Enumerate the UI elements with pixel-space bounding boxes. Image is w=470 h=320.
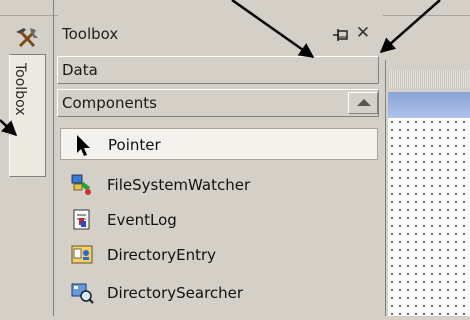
pin-icon[interactable] xyxy=(332,28,350,42)
pointer-arrow-icon xyxy=(77,135,90,156)
toolbox-item-eventlog[interactable]: EventLog xyxy=(60,204,378,236)
designer-top-line xyxy=(383,15,470,16)
toolbox-item-label: EventLog xyxy=(107,211,177,229)
toolbox-item-label: DirectoryEntry xyxy=(107,246,217,264)
designer-ruler xyxy=(388,70,470,88)
collapse-button[interactable] xyxy=(348,92,378,114)
directory-searcher-icon xyxy=(71,283,94,304)
toolbox-item-filesystemwatcher[interactable]: FileSystemWatcher xyxy=(60,169,378,201)
category-components-label: Components xyxy=(62,94,157,112)
category-data-label: Data xyxy=(62,61,98,79)
toolbox-item-pointer[interactable]: Pointer xyxy=(60,128,378,160)
designer-border xyxy=(385,60,386,316)
designer-grid[interactable] xyxy=(388,118,470,316)
left-strip-top xyxy=(0,0,58,16)
toolbox-item-directorysearcher[interactable]: DirectorySearcher xyxy=(60,277,378,309)
toolbox-item-label: FileSystemWatcher xyxy=(107,176,251,194)
toolbox-item-directoryentry[interactable]: DirectoryEntry xyxy=(60,239,378,271)
event-log-icon xyxy=(73,209,90,230)
category-data[interactable]: Data xyxy=(57,56,379,84)
directory-entry-icon xyxy=(71,245,93,264)
toolbox-hammer-icon[interactable] xyxy=(12,24,42,54)
chevron-up-icon xyxy=(357,99,371,106)
file-system-watcher-icon xyxy=(71,174,91,195)
toolbox-title: Toolbox xyxy=(62,25,119,43)
category-components[interactable]: Components xyxy=(57,89,379,117)
toolbox-panel: Toolbox ✕ Data Components Pointer FileSy… xyxy=(55,20,383,320)
toolbox-item-label: DirectorySearcher xyxy=(107,284,244,302)
strip-divider xyxy=(53,0,54,316)
designer-form-titlebar xyxy=(388,92,470,118)
toolbox-side-tab-label: Toolbox xyxy=(12,63,28,116)
toolbox-title-bar: Toolbox ✕ xyxy=(55,20,383,50)
close-icon[interactable]: ✕ xyxy=(355,25,371,42)
toolbox-item-label: Pointer xyxy=(108,136,161,154)
toolbox-side-tab[interactable]: Toolbox xyxy=(9,54,46,177)
